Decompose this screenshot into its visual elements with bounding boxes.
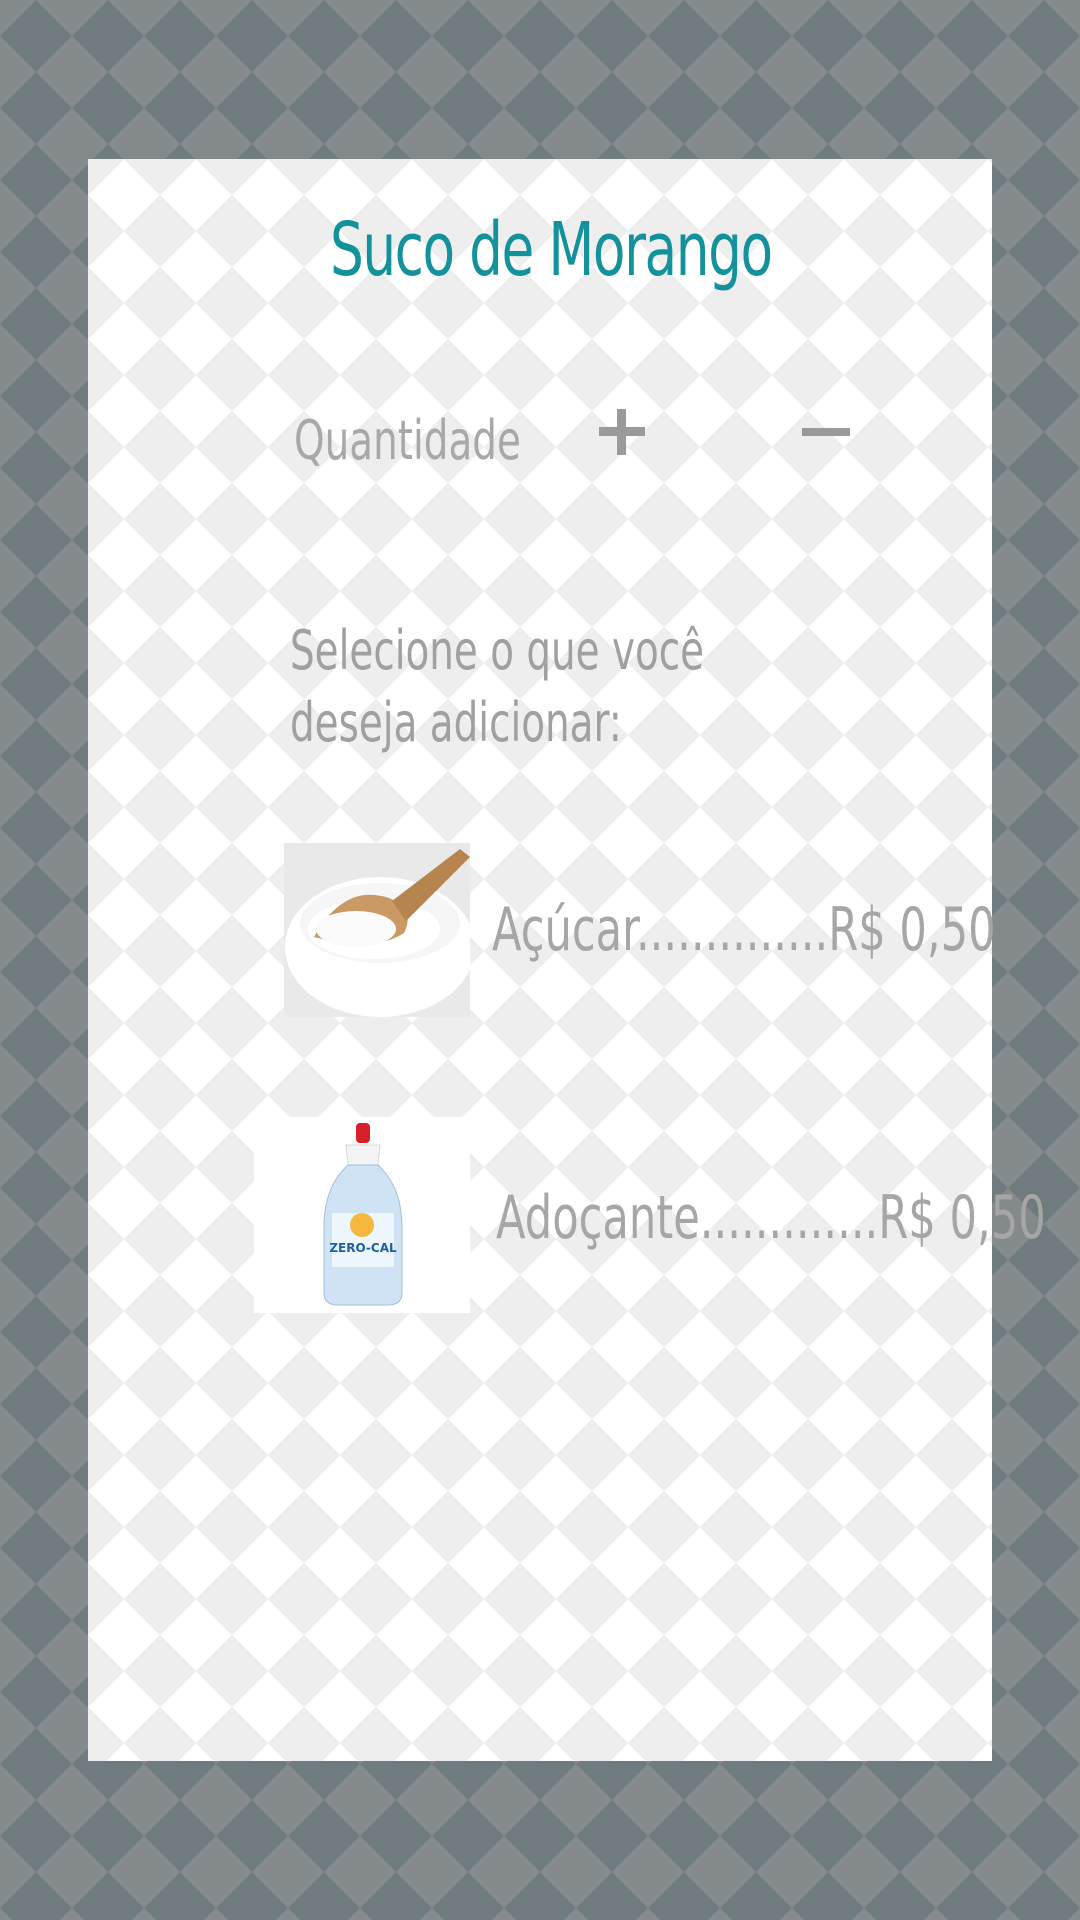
addon-sugar-label: Açúcar..............R$ 0,50	[492, 895, 996, 965]
addon-sugar[interactable]: Açúcar..............R$ 0,50	[284, 843, 996, 1017]
sugar-bowl-image	[284, 843, 470, 1017]
addon-sweetener[interactable]: ZERO-CAL Adoçante.............R$ 0,50	[254, 1117, 1046, 1317]
addon-sweetener-label: Adoçante.............R$ 0,50	[496, 1183, 1046, 1253]
page-title: Suco de Morango	[329, 207, 773, 293]
quantity-label: Quantidade	[294, 409, 521, 472]
sweetener-brand-text: ZERO-CAL	[329, 1241, 397, 1255]
decrease-quantity-button[interactable]	[787, 391, 867, 471]
product-card: Suco de Morango Quantidade Selecione o q…	[88, 159, 1046, 1761]
addons-prompt: Selecione o que você deseja adicionar:	[290, 619, 705, 754]
sweetener-bottle-image: ZERO-CAL	[254, 1117, 470, 1313]
increase-quantity-button[interactable]	[581, 391, 661, 471]
